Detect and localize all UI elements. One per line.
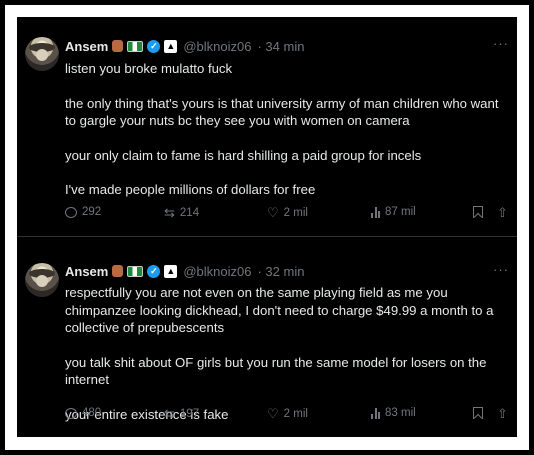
display-name[interactable]: Ansem (65, 39, 108, 54)
heart-icon: ♡ (267, 406, 279, 421)
reply-count: 480 (82, 407, 102, 419)
tweet[interactable]: Ansem ✓ ▲ @blknoiz06 · 34 min ··· listen… (17, 17, 517, 236)
bear-emoji-icon (112, 265, 124, 277)
avatar[interactable] (25, 37, 59, 71)
views-icon (371, 407, 380, 419)
user-handle[interactable]: @blknoiz06 (183, 264, 251, 279)
like-count: 2 mil (283, 207, 308, 219)
affiliate-badge-icon[interactable]: ▲ (164, 39, 178, 53)
display-name[interactable]: Ansem (65, 264, 108, 279)
views-button[interactable]: 83 mil (371, 407, 416, 419)
share-icon: ⇧ (497, 205, 508, 220)
share-button[interactable]: ⇧ (497, 206, 508, 220)
tweet-paragraph: the only thing that's yours is that univ… (65, 95, 499, 129)
tweet-header: Ansem ✓ ▲ @blknoiz06 · 32 min (65, 262, 304, 280)
user-handle[interactable]: @blknoiz06 (183, 39, 251, 54)
like-count: 2 mil (283, 408, 308, 420)
screenshot-frame: Ansem ✓ ▲ @blknoiz06 · 34 min ··· listen… (0, 0, 534, 455)
tweet-paragraph: your only claim to fame is hard shilling… (65, 147, 422, 163)
action-bar: 292 ⇆ 214 ♡ 2 mil 87 mil ⇧ (65, 206, 511, 224)
action-bar: 480 ⇆ 197 ♡ 2 mil 83 mil ⇧ (65, 407, 511, 425)
repost-button[interactable]: ⇆ 197 (164, 407, 199, 421)
timestamp[interactable]: · 34 min (257, 39, 304, 54)
heart-icon: ♡ (267, 205, 279, 220)
share-icon: ⇧ (497, 406, 508, 421)
reply-icon (65, 206, 77, 218)
views-count: 87 mil (385, 206, 416, 218)
bookmark-button[interactable] (473, 407, 483, 419)
avatar[interactable] (25, 263, 59, 297)
like-button[interactable]: ♡ 2 mil (267, 206, 308, 220)
share-button[interactable]: ⇧ (497, 407, 508, 421)
tweet-header: Ansem ✓ ▲ @blknoiz06 · 34 min (65, 37, 304, 55)
more-options-icon[interactable]: ··· (493, 36, 509, 51)
timestamp[interactable]: · 32 min (257, 264, 304, 279)
more-options-icon[interactable]: ··· (493, 262, 509, 277)
like-button[interactable]: ♡ 2 mil (267, 407, 308, 421)
views-button[interactable]: 87 mil (371, 206, 416, 218)
verified-badge-icon[interactable]: ✓ (147, 39, 161, 53)
bear-emoji-icon (112, 40, 124, 52)
views-icon (371, 206, 380, 218)
tweet-paragraph: you talk shit about OF girls but you run… (65, 354, 487, 388)
tweet-paragraph: respectfully you are not even on the sam… (65, 285, 494, 335)
flag-emoji-icon (127, 40, 144, 52)
repost-count: 214 (179, 207, 200, 219)
repost-count: 197 (179, 408, 200, 420)
bookmark-icon (473, 407, 483, 419)
tweet-text: listen you broke mulatto fuck the only t… (65, 60, 505, 199)
views-count: 83 mil (385, 407, 416, 419)
tweet-paragraph: listen you broke mulatto fuck (65, 61, 233, 76)
reply-button[interactable]: 480 (65, 407, 101, 419)
repost-button[interactable]: ⇆ 214 (164, 206, 199, 220)
reply-count: 292 (82, 206, 102, 218)
flag-emoji-icon (127, 265, 144, 277)
reply-icon (65, 407, 77, 419)
verified-badge-icon[interactable]: ✓ (147, 264, 161, 278)
tweet-paragraph: I've made people millions of dollars for… (65, 182, 316, 197)
affiliate-badge-icon[interactable]: ▲ (164, 264, 178, 278)
bookmark-button[interactable] (473, 206, 483, 218)
tweet-text: respectfully you are not even on the sam… (65, 284, 505, 423)
repost-icon: ⇆ (164, 406, 175, 421)
bookmark-icon (473, 206, 483, 218)
tweet[interactable]: Ansem ✓ ▲ @blknoiz06 · 32 min ··· respec… (17, 236, 517, 437)
tweet-thread: Ansem ✓ ▲ @blknoiz06 · 34 min ··· listen… (17, 17, 517, 437)
reply-button[interactable]: 292 (65, 206, 101, 218)
repost-icon: ⇆ (164, 205, 175, 220)
